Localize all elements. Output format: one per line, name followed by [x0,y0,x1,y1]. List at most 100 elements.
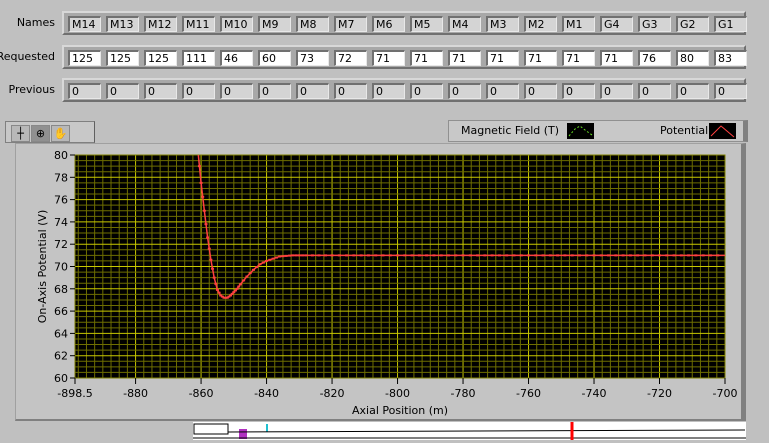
data-point [214,282,218,285]
x-tick-label: -760 [516,387,541,400]
data-point [476,254,480,257]
block-diagram-wires [193,422,746,440]
data-point [687,254,691,257]
data-point [278,255,282,258]
data-point [512,254,516,257]
data-point [317,254,321,257]
data-point [261,261,265,264]
data-point [672,254,676,257]
y-tick-label: 66 [54,305,68,318]
x-tick-label: -780 [451,387,476,400]
data-point [199,181,203,184]
data-point [417,254,421,257]
data-point [708,254,712,257]
data-point [716,254,720,257]
data-point [301,254,305,257]
y-tick-label: 78 [54,171,68,184]
data-point [345,254,349,257]
data-point [403,254,407,257]
data-point [201,195,205,198]
x-tick-label: -720 [647,387,672,400]
data-point [366,254,370,257]
data-point [570,254,574,257]
data-point [432,254,436,257]
data-point [215,288,219,291]
data-point [251,268,255,271]
data-point [324,254,328,257]
block-diagram-thumbnail [193,422,746,440]
data-point [238,283,242,286]
data-point [577,254,581,257]
data-point [701,254,705,257]
data-point [446,254,450,257]
data-point [519,254,523,257]
data-point [556,254,560,257]
data-point [381,254,385,257]
data-point [592,254,596,257]
data-point [468,254,472,257]
data-point [628,254,632,257]
plot-svg[interactable]: -898.5 -880 -860 -840 -820 -800 -780 -760 -740 -7… [0,0,769,440]
data-point [274,256,278,259]
x-tick-label: -800 [385,387,410,400]
data-point [330,254,334,257]
x-tick-label: -740 [582,387,607,400]
data-point [374,254,378,257]
data-point [541,254,545,257]
data-point [679,254,683,257]
data-point [281,255,285,258]
y-tick-label: 68 [54,283,68,296]
data-point [621,254,625,257]
data-point [242,279,246,282]
data-point [206,236,210,239]
y-tick-label: 62 [54,350,68,363]
data-point [483,254,487,257]
data-point [563,254,567,257]
data-point [245,275,249,278]
data-point [258,263,262,266]
data-point [425,254,429,257]
data-point [255,266,259,269]
x-tick-label: -898.5 [57,387,92,400]
data-point [212,276,216,279]
y-tick-label: 72 [54,238,68,251]
data-point [658,254,662,257]
y-tick-label: 64 [54,327,68,340]
data-point [497,254,501,257]
data-point [209,258,213,261]
data-point [284,254,288,257]
x-axis-label: Axial Position (m) [352,404,448,417]
data-point [548,254,552,257]
data-point [287,254,291,257]
data-point [207,247,211,250]
data-point [265,259,269,262]
data-point [454,254,458,257]
data-point [636,254,640,257]
y-tick-label: 70 [54,261,68,274]
data-point [248,272,252,275]
data-point [310,254,314,257]
data-point [410,254,414,257]
data-point [614,254,618,257]
x-tick-label: -880 [123,387,148,400]
data-point [527,254,531,257]
x-tick-label: -700 [713,387,738,400]
data-point [665,254,669,257]
x-tick-label: -840 [254,387,279,400]
data-point [534,254,538,257]
x-tick-label: -860 [189,387,214,400]
data-point [268,258,272,261]
data-point [237,285,241,288]
y-tick-label: 74 [54,216,68,229]
data-point [197,165,201,168]
data-point [650,254,654,257]
data-point [337,254,341,257]
data-point [388,254,392,257]
data-point [505,254,509,257]
y-tick-label: 80 [54,149,68,162]
data-point [585,254,589,257]
data-point [217,291,221,294]
data-point [643,254,647,257]
data-point [439,254,443,257]
y-axis-label: On-Axis Potential (V) [36,210,49,323]
